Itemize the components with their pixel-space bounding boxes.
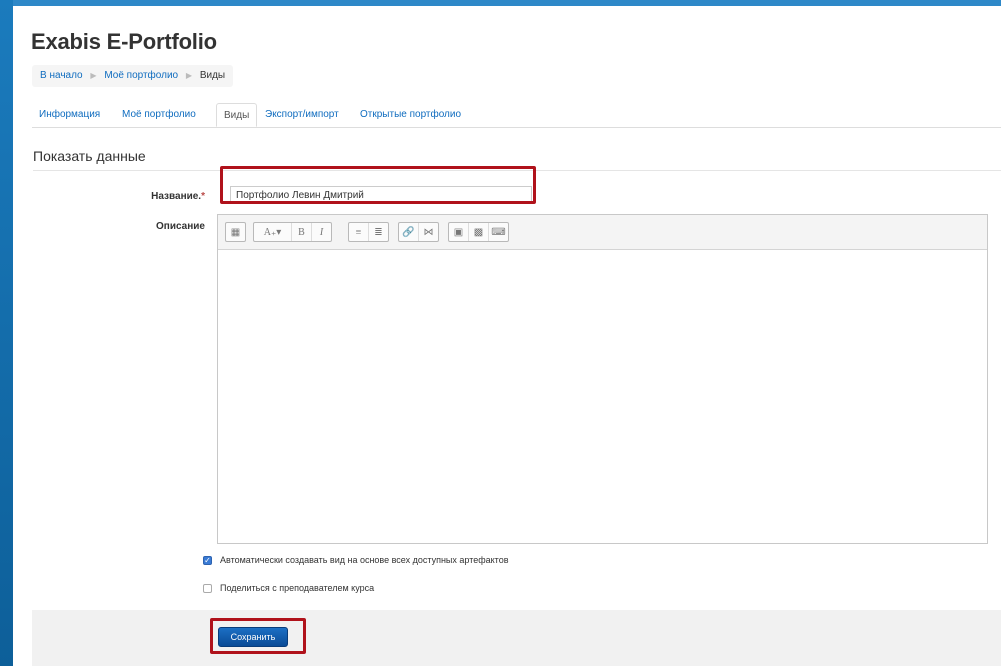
bold-icon[interactable]: B [292, 223, 312, 241]
font-size-icon[interactable]: A₊▾ [254, 223, 292, 241]
breadcrumb-home[interactable]: В начало [40, 70, 83, 81]
numbered-list-icon[interactable]: ≣ [369, 223, 388, 241]
toolbar-group-format: A₊▾ B I [253, 222, 332, 242]
description-textarea[interactable] [218, 250, 987, 543]
breadcrumb-current: Виды [199, 70, 226, 81]
form-legend: Показать данные [33, 148, 146, 164]
italic-icon[interactable]: I [312, 223, 331, 241]
link-icon[interactable]: 🔗 [399, 223, 419, 241]
breadcrumb-my-portfolio[interactable]: Моё портфолио [104, 70, 178, 81]
checkbox-row-share-teacher[interactable]: Поделиться с преподавателем курса [203, 583, 374, 593]
form-footer [32, 610, 1001, 666]
auto-view-checkbox-label: Автоматически создавать вид на основе вс… [220, 555, 509, 565]
breadcrumb: В начало ▶ Моё портфолио ▶ Виды [32, 65, 234, 87]
name-label-text: Название. [151, 191, 202, 202]
bullet-list-icon[interactable]: ≡ [349, 223, 369, 241]
share-teacher-checkbox-label: Поделиться с преподавателем курса [220, 583, 375, 593]
required-icon: * [201, 191, 205, 202]
toolbar-group-lists: ≡ ≣ [348, 222, 389, 242]
save-highlight-box [210, 618, 306, 654]
auto-view-checkbox[interactable]: ✓ [203, 555, 212, 565]
clipboard-icon[interactable]: ⌨ [489, 223, 508, 241]
toolbar-group-media: ▣ ▩ ⌨ [448, 222, 509, 242]
breadcrumb-separator-icon: ▶ [185, 71, 193, 80]
tab-open-portfolios[interactable]: Открытые портфолио [353, 103, 468, 127]
name-highlight-box [220, 166, 536, 204]
tab-my-portfolio[interactable]: Моё портфолио [115, 103, 203, 127]
share-teacher-checkbox[interactable] [203, 583, 212, 593]
page-title: Exabis E-Portfolio [31, 29, 217, 54]
description-label: Описание [156, 221, 205, 232]
checkbox-row-auto-view[interactable]: ✓ Автоматически создавать вид на основе … [203, 555, 509, 565]
tab-information[interactable]: Информация [32, 103, 107, 127]
name-label: Название.* [113, 191, 205, 202]
window-left-bar [0, 0, 13, 666]
editor-toolbar: ▦ A₊▾ B I ≡ ≣ 🔗 ⋈ ▣ ▩ ⌨ [218, 215, 987, 250]
tab-bar: Информация Моё портфолио Виды Экспорт/им… [32, 103, 1001, 128]
unlink-icon[interactable]: ⋈ [419, 223, 438, 241]
breadcrumb-separator-icon: ▶ [90, 71, 97, 80]
tab-export-import[interactable]: Экспорт/импорт [258, 103, 346, 127]
table-icon[interactable]: ▦ [226, 223, 245, 241]
tab-views[interactable]: Виды [216, 103, 258, 127]
toolbar-group-table: ▦ [225, 222, 246, 242]
media-icon[interactable]: ▩ [469, 223, 489, 241]
page: Exabis E-Portfolio В начало ▶ Моё портфо… [13, 6, 1001, 666]
description-editor: ▦ A₊▾ B I ≡ ≣ 🔗 ⋈ ▣ ▩ ⌨ [217, 214, 988, 544]
image-icon[interactable]: ▣ [449, 223, 469, 241]
toolbar-group-links: 🔗 ⋈ [398, 222, 439, 242]
